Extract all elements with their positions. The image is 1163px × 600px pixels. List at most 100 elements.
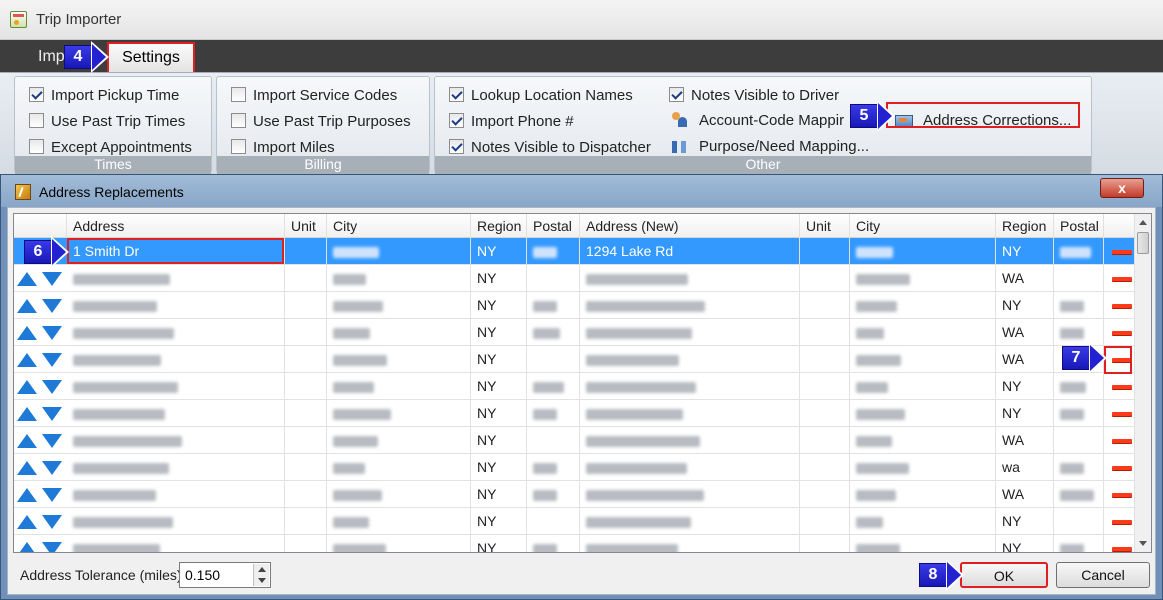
cell-city-new[interactable]: [850, 481, 996, 508]
table-row[interactable]: NY NY: [14, 508, 1134, 535]
cell-unit[interactable]: [285, 454, 327, 481]
cell-postal[interactable]: [527, 508, 580, 535]
cell-region-new[interactable]: NY: [996, 400, 1054, 427]
cell-postal-new[interactable]: [1054, 400, 1104, 427]
checkbox-box[interactable]: [29, 87, 44, 102]
cell-region[interactable]: NY: [471, 481, 527, 508]
cell-postal[interactable]: [527, 346, 580, 373]
tab-settings[interactable]: Settings: [107, 42, 195, 72]
cell-city[interactable]: [327, 535, 471, 552]
cell-city-new[interactable]: [850, 319, 996, 346]
checkbox-box[interactable]: [231, 87, 246, 102]
remove-row-icon[interactable]: [1112, 331, 1132, 335]
header-region-new[interactable]: Region: [996, 214, 1054, 238]
cell-address[interactable]: [67, 265, 285, 292]
cell-unit[interactable]: [285, 319, 327, 346]
cell-address-new[interactable]: [580, 535, 800, 552]
cell-region-new[interactable]: WA: [996, 427, 1054, 454]
scroll-thumb[interactable]: [1137, 232, 1149, 254]
checkbox-box[interactable]: [669, 87, 684, 102]
remove-row-icon[interactable]: [1112, 547, 1132, 551]
header-address[interactable]: Address: [67, 214, 285, 238]
move-up-icon[interactable]: [17, 515, 37, 529]
cell-region[interactable]: NY: [471, 346, 527, 373]
move-up-icon[interactable]: [17, 326, 37, 340]
cell-address-new[interactable]: [580, 265, 800, 292]
cell-region[interactable]: NY: [471, 373, 527, 400]
move-down-icon[interactable]: [42, 272, 62, 286]
cell-address-new[interactable]: [580, 400, 800, 427]
cell-address-new[interactable]: [580, 454, 800, 481]
cell-address-new[interactable]: 1294 Lake Rd: [580, 238, 800, 265]
cell-city[interactable]: [327, 373, 471, 400]
remove-row-icon[interactable]: [1112, 250, 1132, 254]
checkbox-use-past-trip-times[interactable]: Use Past Trip Times: [29, 113, 185, 130]
remove-row-icon[interactable]: [1112, 520, 1132, 524]
cell-city[interactable]: [327, 508, 471, 535]
scroll-up-icon[interactable]: [1139, 220, 1147, 225]
checkbox-lookup-location-names[interactable]: Lookup Location Names: [449, 87, 633, 104]
header-city-new[interactable]: City: [850, 214, 996, 238]
cell-region-new[interactable]: WA: [996, 319, 1054, 346]
cell-region[interactable]: NY: [471, 265, 527, 292]
table-row[interactable]: NY wa: [14, 454, 1134, 481]
cell-city[interactable]: [327, 454, 471, 481]
cell-unit-new[interactable]: [800, 319, 850, 346]
cell-postal-new[interactable]: [1054, 427, 1104, 454]
cell-unit-new[interactable]: [800, 292, 850, 319]
cell-region-new[interactable]: NY: [996, 373, 1054, 400]
cell-region-new[interactable]: NY: [996, 508, 1054, 535]
move-down-icon[interactable]: [42, 326, 62, 340]
cell-address-new[interactable]: [580, 508, 800, 535]
cell-address[interactable]: [67, 427, 285, 454]
cell-unit-new[interactable]: [800, 535, 850, 552]
cell-city[interactable]: [327, 346, 471, 373]
move-up-icon[interactable]: [17, 542, 37, 552]
table-row[interactable]: NY NY: [14, 535, 1134, 552]
cell-region[interactable]: NY: [471, 400, 527, 427]
cell-city-new[interactable]: [850, 454, 996, 481]
move-up-icon[interactable]: [17, 299, 37, 313]
cell-address[interactable]: [67, 292, 285, 319]
cell-postal-new[interactable]: [1054, 373, 1104, 400]
cell-postal-new[interactable]: [1054, 508, 1104, 535]
checkbox-import-service-codes[interactable]: Import Service Codes: [231, 87, 397, 104]
cell-region-new[interactable]: WA: [996, 265, 1054, 292]
table-row[interactable]: 1 Smith Dr NY 1294 Lake Rd NY: [14, 238, 1134, 265]
cell-unit[interactable]: [285, 292, 327, 319]
cell-region-new[interactable]: wa: [996, 454, 1054, 481]
cell-unit-new[interactable]: [800, 265, 850, 292]
cell-city[interactable]: [327, 400, 471, 427]
cell-postal[interactable]: [527, 319, 580, 346]
cell-postal[interactable]: [527, 400, 580, 427]
checkbox-box[interactable]: [231, 113, 246, 128]
table-row[interactable]: NY WA: [14, 346, 1134, 373]
table-row[interactable]: NY NY: [14, 400, 1134, 427]
move-up-icon[interactable]: [17, 434, 37, 448]
cell-address[interactable]: [67, 481, 285, 508]
cell-region-new[interactable]: NY: [996, 238, 1054, 265]
move-down-icon[interactable]: [42, 488, 62, 502]
cell-postal[interactable]: [527, 238, 580, 265]
cell-address-new[interactable]: [580, 427, 800, 454]
cell-region-new[interactable]: NY: [996, 535, 1054, 552]
cell-city[interactable]: [327, 427, 471, 454]
cell-address[interactable]: [67, 454, 285, 481]
cell-unit[interactable]: [285, 265, 327, 292]
header-postal-new[interactable]: Postal: [1054, 214, 1104, 238]
remove-row-icon[interactable]: [1112, 493, 1132, 497]
header-unit[interactable]: Unit: [285, 214, 327, 238]
move-up-icon[interactable]: [17, 461, 37, 475]
cell-address-new[interactable]: [580, 292, 800, 319]
move-up-icon[interactable]: [17, 272, 37, 286]
cell-address[interactable]: [67, 508, 285, 535]
cell-city-new[interactable]: [850, 292, 996, 319]
table-row[interactable]: NY WA: [14, 427, 1134, 454]
table-row[interactable]: NY WA: [14, 265, 1134, 292]
cell-unit[interactable]: [285, 346, 327, 373]
move-down-icon[interactable]: [42, 515, 62, 529]
checkbox-use-past-trip-purposes[interactable]: Use Past Trip Purposes: [231, 113, 411, 130]
cell-unit-new[interactable]: [800, 400, 850, 427]
checkbox-import-pickup-time[interactable]: Import Pickup Time: [29, 87, 179, 104]
cell-address[interactable]: [67, 319, 285, 346]
